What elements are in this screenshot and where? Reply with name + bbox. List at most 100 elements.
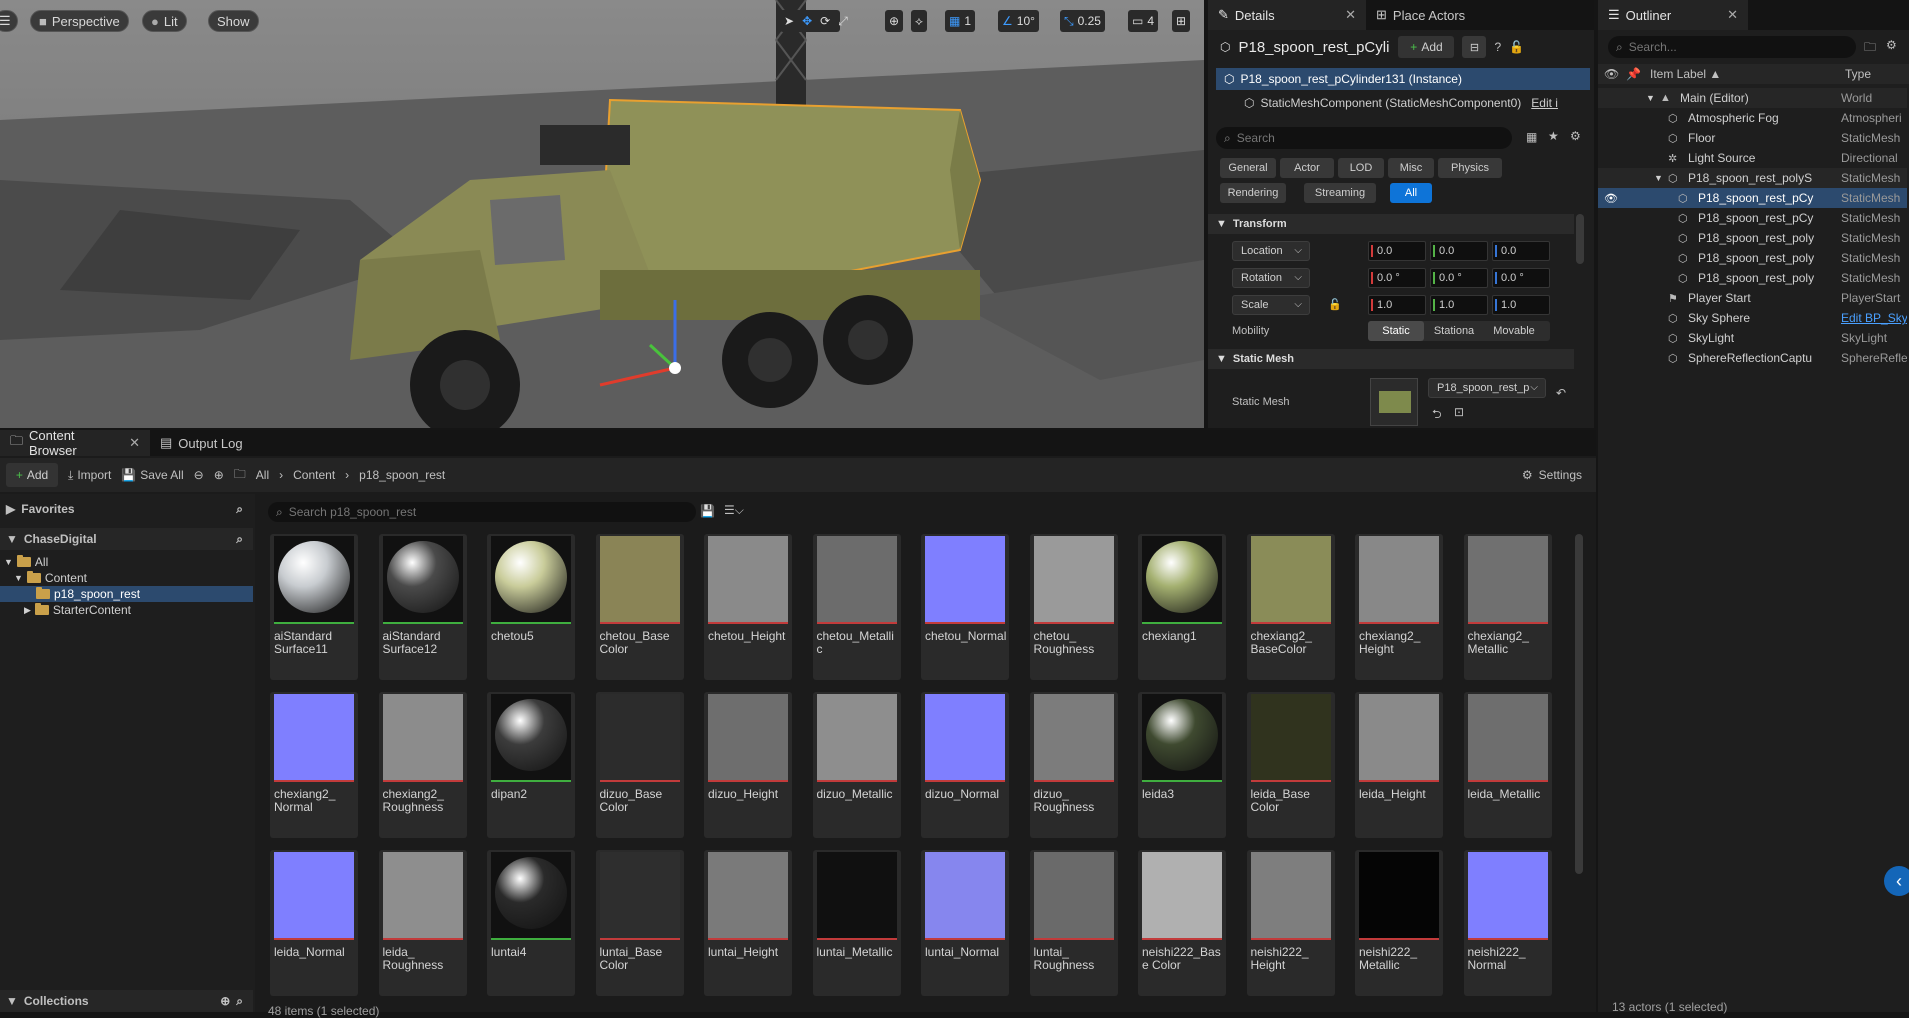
asset-tile[interactable]: chexiang2_ BaseColor (1246, 534, 1335, 680)
search-icon[interactable]: ⌕ (236, 532, 243, 547)
tab-output-log[interactable]: ▤ Output Log (150, 430, 253, 456)
location-z[interactable]: 0.0 (1492, 241, 1550, 261)
breadcrumb-content[interactable]: Content (293, 468, 335, 482)
outliner-search[interactable]: ⌕ (1608, 36, 1856, 58)
tab-content-browser[interactable]: 🗀 Content Browser ✕ (0, 428, 150, 458)
filter-physics[interactable]: Physics (1438, 158, 1502, 178)
breadcrumb-all[interactable]: All (256, 468, 269, 482)
static-mesh-section-header[interactable]: ▼ Static Mesh (1208, 349, 1574, 369)
asset-tile[interactable]: leida3 (1138, 692, 1226, 838)
scale-x[interactable]: 1.0 (1368, 295, 1426, 315)
edit-in-cpp-link[interactable]: Edit i (1531, 96, 1558, 110)
forward-icon[interactable]: ⊕ (214, 468, 224, 482)
tab-details[interactable]: ✎ Details ✕ (1208, 0, 1366, 30)
blueprint-button[interactable]: ⊟ (1462, 36, 1487, 58)
asset-tile[interactable]: neishi222_ Metallic (1355, 850, 1443, 996)
asset-tile[interactable]: chetou_Metallic (812, 534, 901, 680)
outliner-row[interactable]: ⬡ P18_spoon_rest_poly StaticMesh (1598, 228, 1907, 248)
asset-tile[interactable]: neishi222_ Normal (1463, 850, 1552, 996)
use-selected-icon[interactable]: ⮌ (1432, 405, 1442, 426)
perspective-button[interactable]: ■ Perspective (30, 10, 129, 32)
outliner-row[interactable]: ⬡ Floor StaticMesh (1598, 128, 1907, 148)
settings-button[interactable]: ⚙ Settings (1522, 468, 1582, 482)
level-viewport[interactable]: ☰ ■ Perspective ● Lit Show ➤ ✥ ⟳ ⤢ ⊕ ⟡ ▦ 1 … (0, 0, 1204, 428)
type-column[interactable]: Type (1845, 67, 1871, 81)
add-button[interactable]: + Add (6, 463, 58, 487)
location-y[interactable]: 0.0 (1430, 241, 1488, 261)
asset-tile[interactable]: dizuo_Metallic (812, 692, 901, 838)
filter-lod[interactable]: LOD (1338, 158, 1384, 178)
search-icon[interactable]: ⌕ (236, 994, 243, 1009)
gear-icon[interactable]: ⚙ (1570, 129, 1581, 143)
outliner-row[interactable]: ▼ ⬡ P18_spoon_rest_polyS StaticMesh (1598, 168, 1907, 188)
filter-general[interactable]: General (1220, 158, 1276, 178)
save-search-icon[interactable]: 💾 (700, 504, 715, 518)
asset-tile[interactable]: leida_ Roughness (378, 850, 467, 996)
tree-item-content[interactable]: ▼ Content (0, 570, 253, 586)
collections-header[interactable]: ▼ Collections ⊕ ⌕ (0, 990, 253, 1012)
asset-tile[interactable]: chexiang2_ Roughness (378, 692, 467, 838)
tree-item-all[interactable]: ▼ All (0, 554, 253, 570)
camera-speed-button[interactable]: ▭ 4 (1128, 10, 1159, 32)
lock-icon[interactable]: 🔓 (1509, 40, 1524, 54)
outliner-row[interactable]: ⬡ P18_spoon_rest_poly StaticMesh (1598, 248, 1907, 268)
rotation-z[interactable]: 0.0 ° (1492, 268, 1550, 288)
asset-tile[interactable]: chetou5 (487, 534, 575, 680)
collapse-arrow-icon[interactable]: ▼ (1646, 93, 1655, 103)
browse-icon[interactable]: ⊡ (1454, 405, 1464, 419)
details-scrollbar[interactable] (1576, 214, 1584, 264)
asset-tile[interactable]: luntai_ Roughness (1029, 850, 1118, 996)
surface-snap-button[interactable]: ⟡ (911, 10, 927, 32)
close-icon[interactable]: ✕ (129, 435, 140, 451)
rotation-y[interactable]: 0.0 ° (1430, 268, 1488, 288)
save-all-button[interactable]: 💾 Save All (121, 468, 183, 482)
search-icon[interactable]: ⌕ (236, 502, 243, 517)
gear-icon[interactable]: ⚙ (1886, 38, 1897, 52)
pin-column-icon[interactable]: 📌 (1626, 67, 1641, 81)
asset-grid-scrollbar[interactable] (1575, 534, 1583, 874)
add-component-button[interactable]: + Add (1398, 36, 1455, 58)
filter-actor[interactable]: Actor (1280, 158, 1334, 178)
asset-tile[interactable]: neishi222_Base Color (1138, 850, 1226, 996)
viewport-scene[interactable] (0, 0, 1204, 428)
scale-lock-icon[interactable]: 🔓 (1328, 298, 1342, 311)
filter-rendering[interactable]: Rendering (1220, 183, 1286, 203)
outliner-row[interactable]: ✲ Light Source Directional (1598, 148, 1907, 168)
item-label-column[interactable]: Item Label ▲ (1650, 67, 1721, 81)
scale-icon[interactable]: ⤢ (838, 14, 848, 29)
outliner-row[interactable]: ▼ ▲ Main (Editor) World (1598, 88, 1907, 108)
add-collection-icon[interactable]: ⊕ (220, 994, 230, 1008)
back-icon[interactable]: ⊖ (194, 468, 204, 482)
expand-panel-button[interactable]: ‹ (1884, 866, 1909, 896)
reset-icon[interactable]: ↶ (1556, 386, 1566, 400)
outliner-search-input[interactable] (1628, 40, 1829, 54)
scale-snap-button[interactable]: ⤡ 0.25 (1060, 10, 1105, 32)
tab-place-actors[interactable]: ⊞ Place Actors (1366, 0, 1475, 30)
asset-tile[interactable]: chexiang2_ Height (1355, 534, 1443, 680)
outliner-row[interactable]: ⚑ Player Start PlayerStart (1598, 288, 1907, 308)
rotate-snap-button[interactable]: ∠ 10° (998, 10, 1039, 32)
help-icon[interactable]: ? (1494, 40, 1501, 54)
select-icon[interactable]: ➤ (784, 14, 794, 28)
transform-tools[interactable]: ➤ ✥ ⟳ ⤢ (780, 10, 848, 32)
scale-z[interactable]: 1.0 (1492, 295, 1550, 315)
mobility-stationary[interactable]: Stationa (1424, 321, 1484, 341)
outliner-row[interactable]: ⬡ SkyLight SkyLight (1598, 328, 1907, 348)
scale-dropdown[interactable]: Scale ⌵ (1232, 295, 1310, 315)
component-row[interactable]: ⬡ StaticMeshComponent (StaticMeshCompone… (1244, 93, 1590, 113)
filter-streaming[interactable]: Streaming (1304, 183, 1376, 203)
table-view-icon[interactable]: ▦ (1526, 130, 1537, 144)
asset-tile[interactable]: chexiang2_ Metallic (1463, 534, 1552, 680)
favorites-header[interactable]: ▶ Favorites ⌕ (0, 498, 253, 520)
asset-tile[interactable]: luntai_Height (704, 850, 792, 996)
asset-tile[interactable]: chetou_Height (704, 534, 792, 680)
show-button[interactable]: Show (208, 10, 259, 32)
asset-tile[interactable]: luntai_Base Color (595, 850, 684, 996)
visibility-eye-icon[interactable]: 👁 (1604, 192, 1618, 205)
asset-tile[interactable]: dizuo_Height (704, 692, 792, 838)
tree-item-p18-spoon-rest[interactable]: p18_spoon_rest (0, 586, 253, 602)
asset-search-input[interactable] (288, 505, 649, 519)
rotation-dropdown[interactable]: Rotation ⌵ (1232, 268, 1310, 288)
tree-item-starter-content[interactable]: ▶ StarterContent (0, 602, 253, 618)
static-mesh-picker[interactable]: P18_spoon_rest_p ⌵ (1428, 378, 1546, 398)
